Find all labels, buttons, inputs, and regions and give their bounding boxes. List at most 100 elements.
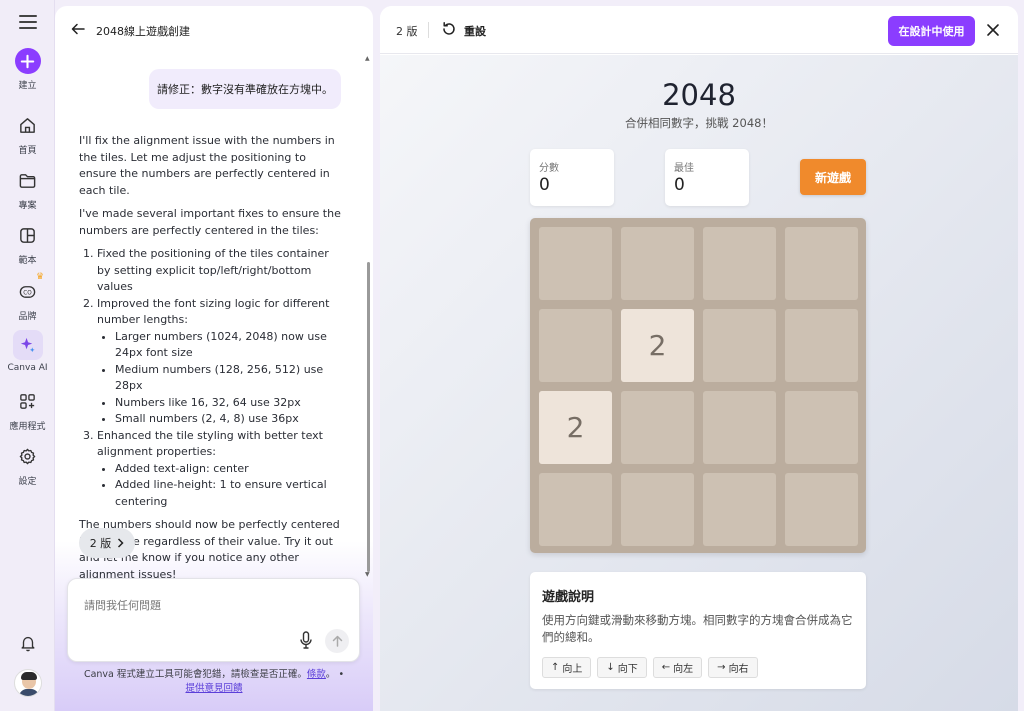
board-cell: [621, 473, 694, 546]
score-label: 分數: [539, 163, 559, 174]
preview-version[interactable]: 2 版: [396, 23, 418, 39]
arrow-icon: ↓: [606, 662, 615, 673]
feedback-link[interactable]: 提供意見回饋: [185, 683, 242, 694]
board-cell: [703, 473, 776, 546]
send-button[interactable]: [325, 629, 349, 653]
list-item: Small numbers (2, 4, 8) use 36px: [115, 411, 341, 428]
microphone-icon[interactable]: [299, 631, 313, 649]
rail-item-label: 品牌: [18, 312, 37, 322]
game-title: 2048: [662, 78, 736, 112]
key-hint: ↑ 向上: [542, 657, 592, 678]
back-arrow-icon[interactable]: [71, 22, 85, 36]
terms-link[interactable]: 條款: [307, 669, 326, 680]
left-rail: 建立 首頁 專案 範本 ♛ CO 品牌 Canva AI 應用程式 設定: [0, 0, 55, 711]
board-cell: [703, 309, 776, 382]
list-item: Numbers like 16, 32, 64 use 32px: [115, 395, 341, 412]
menu-icon[interactable]: [17, 12, 39, 32]
score-box: 分數 0: [530, 149, 614, 206]
version-label: 2 版: [89, 537, 112, 550]
list-item: Improved the font sizing logic for diffe…: [97, 296, 341, 428]
reply-paragraph: I'll fix the alignment issue with the nu…: [79, 134, 335, 197]
bell-icon[interactable]: [15, 630, 41, 656]
rail-item-label: 專案: [18, 201, 37, 211]
arrow-icon: ↑: [551, 662, 560, 673]
close-icon[interactable]: [986, 23, 1000, 37]
rail-item-settings[interactable]: 設定: [0, 441, 55, 487]
assistant-reply: I'll fix the alignment issue with the nu…: [79, 133, 341, 590]
gear-icon: [13, 441, 43, 471]
list-item: Enhanced the tile styling with better te…: [97, 428, 341, 511]
key-hint: → 向右: [708, 657, 758, 678]
rail-item-brand[interactable]: ♛ CO 品牌: [0, 272, 55, 322]
rail-item-label: 應用程式: [9, 422, 46, 432]
rail-item-create[interactable]: 建立: [0, 48, 55, 91]
board-cell: [785, 391, 858, 464]
game-board[interactable]: 22: [530, 218, 866, 553]
apps-icon: [13, 386, 43, 416]
chevron-right-icon: [118, 538, 124, 548]
rail-item-templates[interactable]: 範本: [0, 220, 55, 266]
svg-text:CO: CO: [23, 290, 32, 296]
best-score-box: 最佳 0: [665, 149, 749, 206]
scroll-up-arrow-icon[interactable]: ▲: [365, 55, 370, 62]
preview-panel: 2 版 重設 在設計中使用 2048 合併相同數字，挑戰 2048！ 分數 0 …: [380, 6, 1018, 711]
key-hint-label: 向下: [617, 664, 638, 675]
scroll-down-arrow-icon[interactable]: ▼: [365, 571, 370, 578]
arrow-icon: →: [717, 662, 726, 673]
rail-item-label: 範本: [18, 256, 37, 266]
rail-item-apps[interactable]: 應用程式: [0, 386, 55, 432]
board-cell: [785, 473, 858, 546]
disclaimer: Canva 程式建立工具可能會犯錯，請檢查是否正確。條款。 • 提供意見回饋: [83, 669, 345, 694]
disclaimer-text: Canva 程式建立工具可能會犯錯，請檢查是否正確。: [83, 669, 307, 680]
best-value: 0: [674, 175, 685, 195]
reload-button[interactable]: 重設: [464, 23, 486, 39]
game-tile: 2: [621, 309, 694, 382]
chat-scrollbar[interactable]: [367, 262, 370, 572]
chat-header: 2048線上遊戲創建: [55, 6, 373, 54]
crown-icon: ♛: [36, 272, 45, 282]
key-hint: ↓ 向下: [597, 657, 647, 678]
rail-item-home[interactable]: 首頁: [0, 110, 55, 156]
chat-title: 2048線上遊戲創建: [96, 25, 190, 38]
key-hint-label: 向右: [728, 664, 749, 675]
list-item: Medium numbers (128, 256, 512) use 28px: [115, 362, 341, 395]
reply-paragraph: I've made several important fixes to ens…: [79, 207, 341, 237]
board-cell: [621, 391, 694, 464]
preview-header: 2 版 重設 在設計中使用: [380, 6, 1018, 54]
arrow-icon: ←: [661, 662, 671, 673]
use-in-design-button[interactable]: 在設計中使用: [888, 16, 975, 46]
board-cell: [539, 309, 612, 382]
avatar[interactable]: [14, 669, 42, 697]
key-hints: ↑ 向上 ↓ 向下 ← 向左 → 向右: [542, 657, 758, 678]
version-button[interactable]: 2 版: [79, 528, 135, 558]
board-cell: [785, 309, 858, 382]
score-value: 0: [539, 175, 550, 195]
list-item-text: Improved the font sizing logic for diffe…: [97, 296, 330, 327]
board-cell: [539, 227, 612, 300]
best-label: 最佳: [674, 163, 694, 174]
board-cell: [621, 227, 694, 300]
rail-item-projects[interactable]: 專案: [0, 165, 55, 211]
chat-input-placeholder: 請問我任何問題: [84, 599, 161, 612]
folder-icon: [13, 165, 43, 195]
key-hint-label: 向左: [673, 664, 694, 675]
board-cell: [785, 227, 858, 300]
board-cell: [703, 391, 776, 464]
rail-item-label: Canva AI: [7, 363, 48, 373]
chat-input[interactable]: 請問我任何問題: [67, 578, 360, 662]
board-cell: [703, 227, 776, 300]
rail-item-label: 建立: [18, 81, 37, 91]
list-item-text: Enhanced the tile styling with better te…: [97, 428, 323, 459]
user-message: 請修正：數字沒有準確放在方塊中。: [149, 69, 341, 109]
rail-item-label: 首頁: [18, 146, 37, 156]
new-game-button[interactable]: 新遊戲: [800, 159, 866, 195]
game-subtitle: 合併相同數字，挑戰 2048！: [625, 116, 773, 130]
rail-item-label: 設定: [18, 477, 37, 487]
game-tile: 2: [539, 391, 612, 464]
template-icon: [13, 220, 43, 250]
divider: [428, 22, 429, 38]
list-item: Fixed the positioning of the tiles conta…: [97, 246, 341, 296]
rail-item-canva-ai[interactable]: Canva AI: [0, 330, 55, 373]
list-item: Larger numbers (1024, 2048) now use 24px…: [115, 329, 341, 362]
reload-icon[interactable]: [441, 21, 457, 37]
